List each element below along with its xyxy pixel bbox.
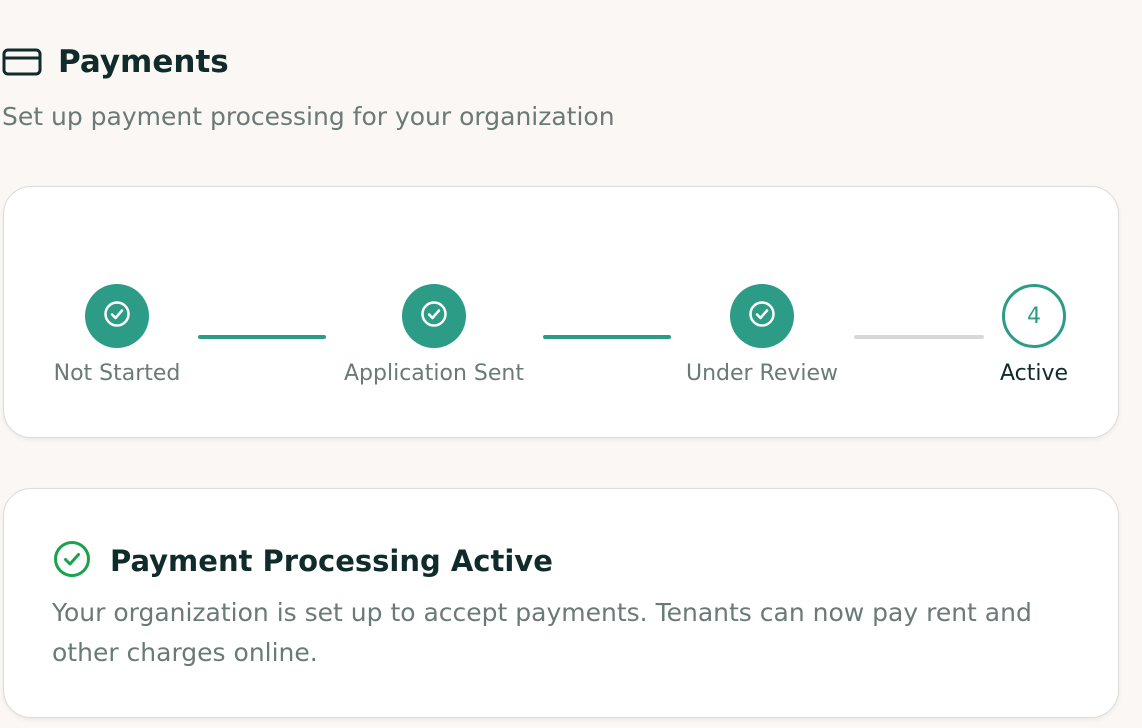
check-circle-icon xyxy=(747,299,777,333)
page-title-row: Payments xyxy=(2,40,229,84)
payment-status-card: Payment Processing Active Your organizat… xyxy=(3,488,1119,718)
check-circle-icon xyxy=(52,539,92,583)
step-application-sent-indicator xyxy=(402,284,466,348)
step-application-sent-label: Application Sent xyxy=(344,361,524,386)
page-header: Payments Set up payment processing for y… xyxy=(2,40,615,131)
check-circle-icon xyxy=(102,299,132,333)
step-not-started-label: Not Started xyxy=(53,361,181,386)
status-title: Payment Processing Active xyxy=(110,544,553,578)
status-description: Your organization is set up to accept pa… xyxy=(52,598,1032,667)
status-header: Payment Processing Active xyxy=(52,539,553,583)
step-under-review-label: Under Review xyxy=(685,361,839,386)
page-title: Payments xyxy=(58,44,229,80)
onboarding-stepper: Not Started Application Sent Under Revie… xyxy=(3,186,1119,438)
step-connector-1 xyxy=(198,335,326,339)
step-not-started-indicator xyxy=(85,284,149,348)
step-active-label: Active xyxy=(999,361,1069,386)
credit-card-icon xyxy=(2,48,42,76)
step-connector-3 xyxy=(854,335,984,339)
step-active-indicator: 4 xyxy=(1002,284,1066,348)
step-active-number: 4 xyxy=(1027,303,1041,329)
page-subtitle: Set up payment processing for your organ… xyxy=(2,102,615,131)
step-under-review-indicator xyxy=(730,284,794,348)
check-circle-icon xyxy=(419,299,449,333)
step-connector-2 xyxy=(543,335,671,339)
